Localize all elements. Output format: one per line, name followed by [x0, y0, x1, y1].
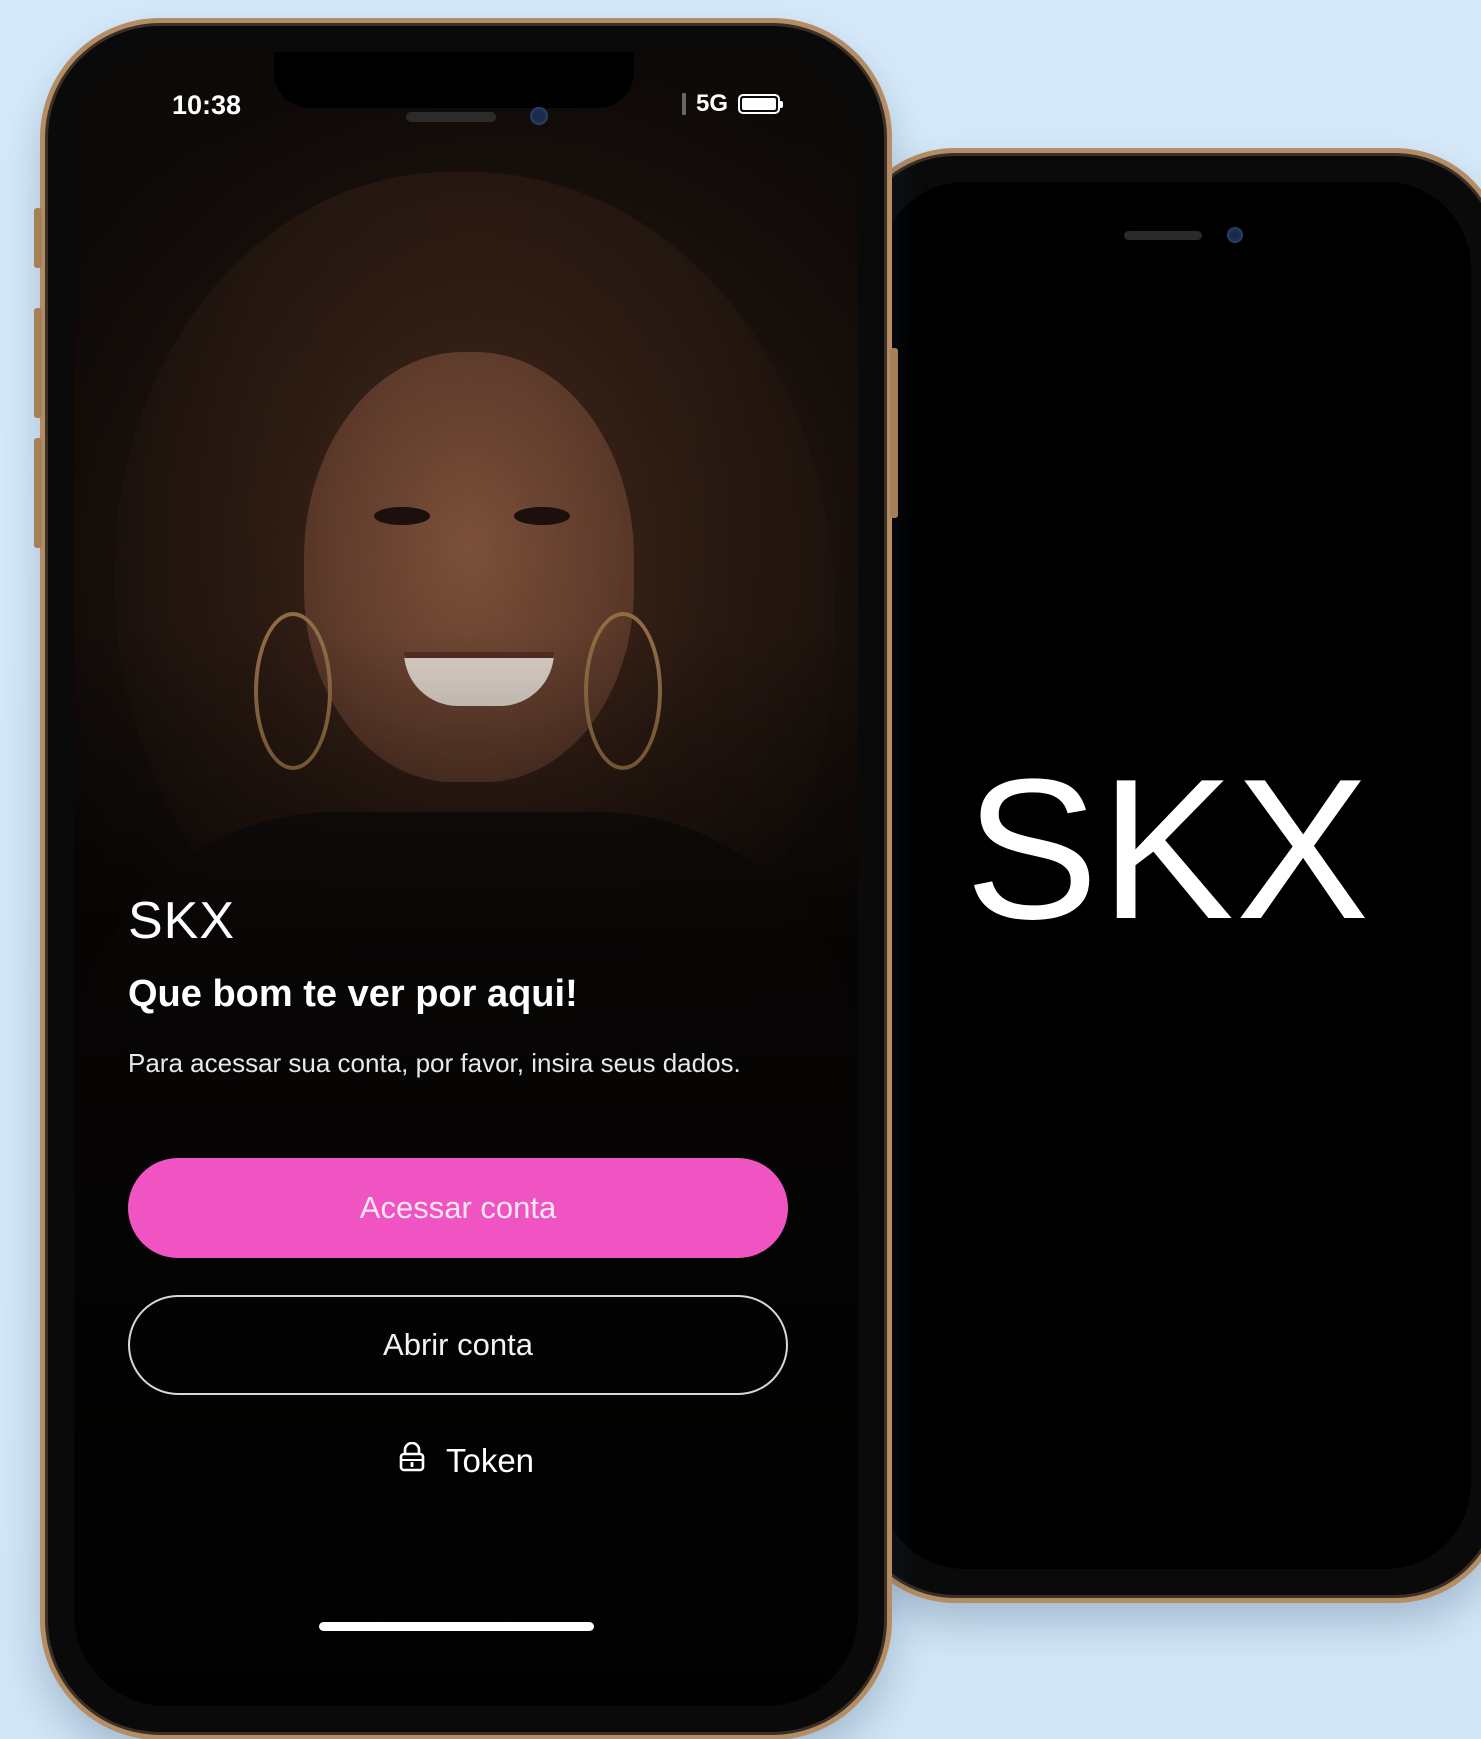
speaker-grille	[406, 112, 496, 122]
front-phone-device: 10:38 5G SKX Que bom te ver por aqui! Pa…	[34, 18, 898, 1739]
login-screen: 10:38 5G SKX Que bom te ver por aqui! Pa…	[74, 52, 858, 1706]
back-phone-bezel: SKX	[850, 153, 1481, 1598]
battery-fill	[742, 98, 776, 110]
battery-icon	[738, 94, 783, 114]
speaker-grille	[1124, 231, 1202, 240]
welcome-headline: Que bom te ver por aqui!	[128, 973, 578, 1015]
token-link[interactable]: Token	[74, 1441, 858, 1480]
lock-icon	[398, 1441, 426, 1480]
access-account-button[interactable]: Acessar conta	[128, 1158, 788, 1258]
power-button	[890, 348, 898, 518]
notch	[274, 52, 634, 108]
welcome-subtext: Para acessar sua conta, por favor, insir…	[128, 1048, 741, 1078]
back-phone-notch	[985, 182, 1315, 224]
status-indicators: 5G	[681, 90, 783, 118]
front-camera-icon	[1227, 227, 1243, 243]
home-indicator[interactable]	[319, 1622, 594, 1631]
signal-icon	[681, 93, 686, 115]
app-logo: SKX	[128, 892, 236, 950]
volume-up-button	[34, 308, 42, 418]
marketing-stage: SKX 10:38 5G SKX Que bom te ver por aqui…	[0, 0, 1481, 1739]
volume-down-button	[34, 438, 42, 548]
status-time: 10:38	[172, 90, 242, 120]
splash-logo: SKX	[965, 738, 1372, 961]
front-camera-icon	[530, 107, 548, 125]
back-phone-device: SKX	[845, 148, 1481, 1603]
mute-switch	[34, 208, 42, 268]
front-phone-bezel: 10:38 5G SKX Que bom te ver por aqui! Pa…	[45, 23, 887, 1735]
open-account-button[interactable]: Abrir conta	[128, 1295, 788, 1395]
network-type: 5G	[695, 90, 728, 117]
splash-screen: SKX	[879, 182, 1471, 1569]
token-label: Token	[445, 1442, 535, 1479]
